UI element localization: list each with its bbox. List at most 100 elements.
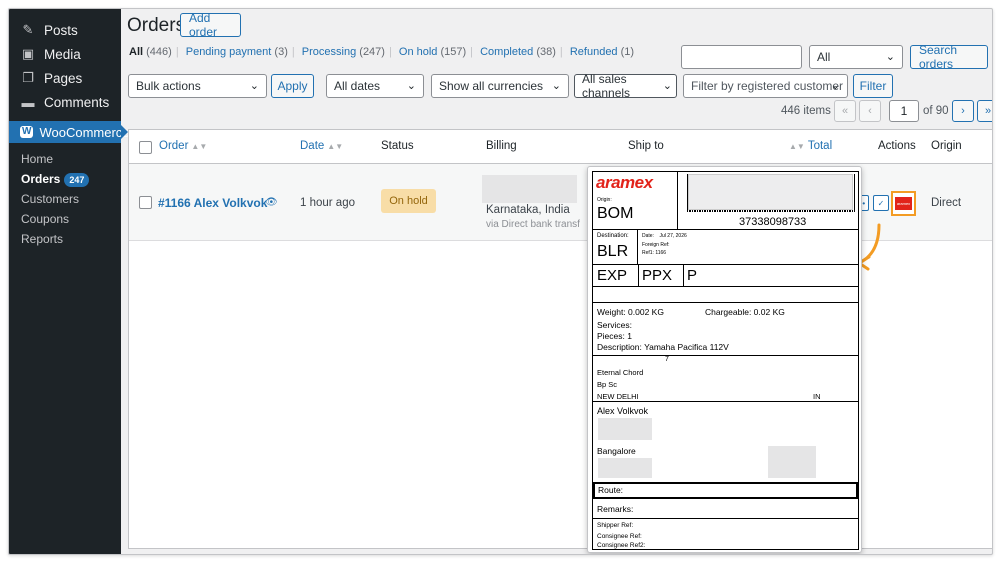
chevron-down-icon: ⌄: [551, 80, 561, 92]
chevron-down-icon: ⌄: [249, 80, 259, 92]
filter-button[interactable]: Filter: [853, 74, 893, 98]
select-all-checkbox[interactable]: [139, 141, 152, 154]
submenu-customers[interactable]: Customers: [9, 189, 121, 209]
view-refunded[interactable]: Refunded (1): [570, 46, 634, 58]
destination-code: BLR: [597, 243, 629, 260]
view-processing[interactable]: Processing (247): [302, 46, 385, 58]
column-origin: Origin: [931, 140, 962, 152]
pages-icon: ❐: [22, 70, 34, 85]
shipper-city: NEW DELHI: [597, 392, 639, 401]
destination-label: Destination:: [597, 233, 629, 239]
view-pending[interactable]: Pending payment (3): [186, 46, 288, 58]
view-on-hold[interactable]: On hold (157): [399, 46, 466, 58]
view-count: (157): [440, 46, 467, 58]
search-filter-select[interactable]: All ⌄: [809, 45, 903, 69]
shipper-redacted-digit: 7: [665, 356, 669, 363]
shipper-ref: Shipper Ref:: [597, 522, 634, 529]
preview-eye-icon[interactable]: 👁: [265, 197, 278, 208]
pieces: Pieces: 1: [597, 331, 632, 341]
divider: [638, 264, 639, 286]
divider: [637, 229, 638, 264]
order-date: 1 hour ago: [300, 197, 355, 209]
view-all[interactable]: All (446): [129, 46, 172, 58]
divider: [593, 401, 858, 402]
column-actions: Actions: [878, 140, 916, 152]
sidebar-item-posts[interactable]: ✎ Posts: [9, 18, 121, 42]
consignee-name: Alex Volkvok: [597, 406, 649, 416]
view-count: (247): [359, 46, 385, 58]
submenu-coupons[interactable]: Coupons: [9, 209, 121, 229]
date-label: Date:: [642, 233, 654, 239]
row-checkbox[interactable]: [139, 196, 152, 209]
next-page-button[interactable]: ›: [952, 100, 974, 122]
divider: [593, 302, 858, 303]
view-count: (1): [620, 46, 635, 58]
origin-code: BOM: [597, 205, 634, 222]
view-label: Refunded: [569, 46, 618, 58]
woocommerce-submenu: Home Orders 247 Customers Coupons Reports: [9, 149, 121, 249]
submenu-orders[interactable]: Orders 247: [9, 169, 121, 189]
barcode-redacted: [688, 174, 853, 210]
services: Services:: [597, 320, 632, 330]
remarks: Remarks:: [597, 504, 634, 514]
order-origin: Direct: [931, 197, 962, 209]
divider: [593, 518, 858, 519]
select-value: Bulk actions: [136, 79, 201, 93]
sidebar-item-woocommerce[interactable]: W WooCommerce: [9, 121, 130, 143]
select-value: Filter by registered customer: [691, 79, 844, 93]
column-order[interactable]: Order ▲▼: [159, 140, 207, 152]
shipper-country: IN: [813, 392, 821, 401]
chevron-down-icon: ⌄: [406, 80, 416, 92]
sidebar-item-pages[interactable]: ❐ Pages: [9, 66, 121, 90]
sidebar-item-media[interactable]: ▣ Media: [9, 42, 121, 66]
select-value: All: [817, 50, 831, 64]
customer-filter-select[interactable]: Filter by registered customer ⌄: [683, 74, 848, 98]
dates-select[interactable]: All dates ⌄: [326, 74, 424, 98]
sales-channels-select[interactable]: All sales channels ⌄: [574, 72, 677, 100]
foreign-ref: Foreign Ref:: [642, 242, 670, 248]
sidebar-item-comments[interactable]: ▬ Comments: [9, 90, 121, 114]
app-window: ✎ Posts ▣ Media ❐ Pages ▬ Comments W Woo…: [8, 8, 993, 555]
add-order-button[interactable]: Add order: [180, 11, 241, 39]
column-label: Date: [300, 140, 325, 152]
first-page-button[interactable]: «: [834, 100, 856, 122]
complete-check-icon[interactable]: ✓: [873, 195, 889, 211]
pointer-arrow-icon: [857, 223, 881, 271]
order-link[interactable]: #1166 Alex Volkvok: [158, 196, 267, 210]
shipper-address: Bp Sc: [597, 380, 618, 389]
product-code: EXP: [597, 267, 628, 284]
woocommerce-icon: W: [20, 126, 34, 138]
column-total[interactable]: ▲▼ Total: [789, 140, 832, 152]
search-input[interactable]: [681, 45, 802, 69]
column-status: Status: [381, 140, 414, 152]
submenu-reports[interactable]: Reports: [9, 229, 121, 249]
column-billing: Billing: [486, 140, 517, 152]
sort-icon: ▲▼: [789, 142, 805, 151]
prev-page-button[interactable]: ‹: [859, 100, 881, 122]
view-completed[interactable]: Completed (38): [480, 46, 556, 58]
ref1: Ref1: 1166: [642, 250, 667, 256]
route: Route:: [598, 485, 624, 495]
orders-count-badge: 247: [64, 173, 90, 187]
aramex-shipping-label: aramex Origin: BOM 37338098733 Destinati…: [587, 166, 862, 553]
submenu-home[interactable]: Home: [9, 149, 121, 169]
billing-region: Karnataka, India: [486, 204, 570, 216]
chevron-down-icon: ⌄: [662, 80, 672, 92]
page-number-input[interactable]: 1: [889, 100, 919, 122]
table-header: Order ▲▼ Date ▲▼ Status Billing Ship to ▲▼…: [129, 130, 992, 164]
chevron-down-icon: ⌄: [885, 51, 895, 63]
column-date[interactable]: Date ▲▼: [300, 140, 343, 152]
shipper-name: Eternal Chord: [597, 368, 644, 377]
bulk-actions-select[interactable]: Bulk actions ⌄: [128, 74, 267, 98]
comment-icon: ▬: [21, 94, 35, 110]
search-orders-button[interactable]: Search orders: [910, 43, 988, 71]
aramex-label-button[interactable]: aramex: [891, 191, 916, 216]
currency-select[interactable]: Show all currencies ⌄: [431, 74, 569, 98]
last-page-button[interactable]: »: [977, 100, 992, 122]
view-label: Pending payment: [185, 46, 272, 58]
view-label: On hold: [398, 46, 438, 58]
apply-button[interactable]: Apply: [271, 74, 314, 98]
sidebar-item-label: Comments: [44, 94, 110, 110]
billing-redacted: [482, 175, 577, 203]
awb-number: 37338098733: [739, 216, 807, 228]
